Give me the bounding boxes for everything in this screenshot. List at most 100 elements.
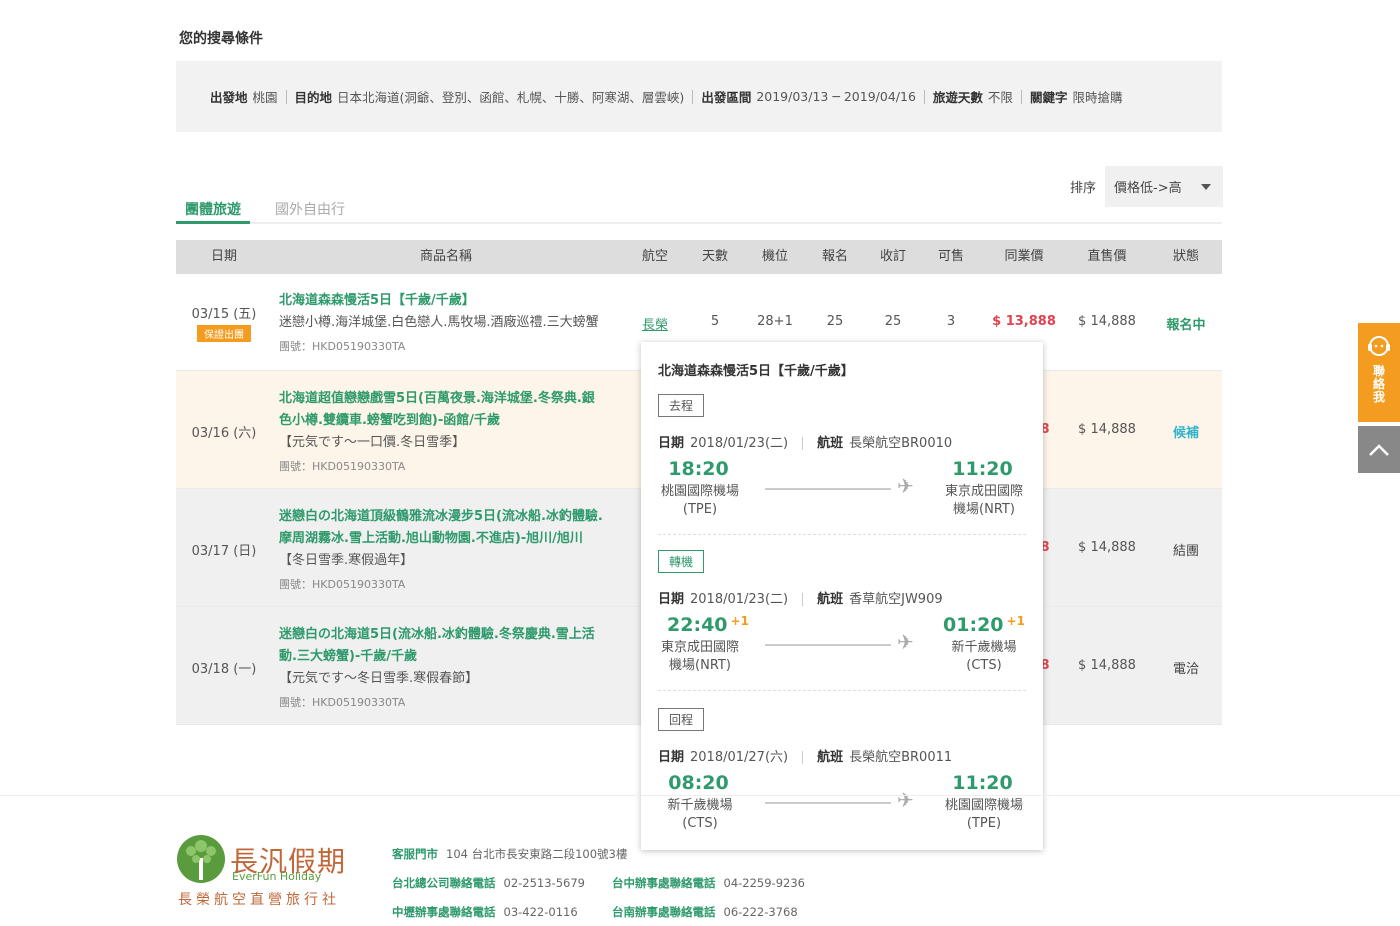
headset-icon: [1366, 333, 1392, 363]
row-date: 03/16 (六): [191, 426, 257, 441]
footer-contact-tainan: 台南辦事處聯絡電話 06-222-3768: [612, 905, 798, 919]
segment-info: 日期 2018/01/27(六) 航班 長榮航空BR0011: [658, 750, 953, 765]
row-product: 北海道森森慢活5日【千歲/千歲】 迷戀小樽.海洋城堡.白色戀人.馬牧場.酒廠巡禮…: [279, 290, 614, 356]
chevron-up-icon: [1369, 443, 1389, 456]
segment-divider: [658, 534, 1026, 535]
col-product: 商品名稱: [419, 249, 472, 264]
flight-segment-outbound: 去程 日期 2018/01/23(二) 航班 長榮航空BR0010 18:20 桃園國…: [658, 394, 1026, 544]
airplane-icon: ✈: [897, 788, 914, 812]
product-code: 團號：HKD05190330TA: [279, 696, 406, 709]
criteria-date-range: 出發區間 2019/03/13 ─ 2019/04/16: [701, 89, 916, 105]
product-name-link[interactable]: 迷戀白の北海道5日(流冰船.冰釣體驗.冬祭慶典.雪上活 動.三大螃蟹)-千歲/千歲: [279, 624, 614, 668]
product-code: 團號：HKD05190330TA: [279, 340, 406, 353]
departure-time: 08:20: [668, 772, 729, 794]
product-code: 團號：HKD05190330TA: [279, 460, 406, 473]
product-code: 團號：HKD05190330TA: [279, 578, 406, 591]
segment-divider: [658, 690, 1026, 691]
footer-contact-taichung: 台中辦事處聯絡電話 04-2259-9236: [612, 876, 805, 890]
row-date: 03/15 (五) 保證出團: [191, 307, 257, 342]
flight-segment-transfer: 轉機 日期 2018/01/23(二) 航班 香草航空JW909 22:40 +1 東京…: [658, 550, 1026, 700]
row-retail-price: $ 14,888: [1078, 314, 1136, 329]
arrival-time: 01:20 +1: [943, 614, 1025, 636]
row-retail-price: $ 14,888: [1078, 540, 1136, 555]
footer-contact-zhongli: 中壢辦事處聯絡電話 03-422-0116: [392, 905, 578, 919]
back-to-top-button[interactable]: [1358, 426, 1400, 473]
product-name-link[interactable]: 迷戀白の北海道頂級鶴雅流冰漫步5日(流冰船.冰釣體驗. 摩周湖霧冰.雪上活動.旭山…: [279, 506, 614, 550]
sort-selected-value: 價格低->高: [1114, 181, 1182, 196]
arrival-time: 11:20: [952, 458, 1013, 480]
status-closed-label: 結團: [1172, 544, 1199, 559]
airplane-icon: ✈: [897, 474, 914, 498]
sort-label: 排序: [1070, 181, 1097, 196]
tree-logo-icon: [177, 835, 225, 883]
row-date: 03/17 (日): [191, 544, 257, 559]
departure-airport: 新千歲機場 (CTS): [667, 798, 733, 831]
guaranteed-badge: 保證出團: [197, 325, 251, 342]
row-available: 3: [946, 314, 956, 329]
criteria-divider: [692, 89, 694, 104]
popup-title: 北海道森森慢活5日【千歲/千歲】: [658, 364, 854, 379]
product-name-link[interactable]: 北海道超值戀戀戲雪5日(百萬夜景.海洋城堡.冬祭典.銀 色小樽.雙纜車.螃蟹吃到飽…: [279, 388, 614, 432]
footer-contact-taipei: 台北總公司聯絡電話 02-2513-5679: [392, 876, 585, 890]
flight-route-line: [765, 644, 891, 646]
status-signup-button[interactable]: 報名中: [1156, 314, 1216, 333]
segment-info: 日期 2018/01/23(二) 航班 長榮航空BR0010: [658, 436, 953, 451]
segment-tag: 去程: [658, 394, 705, 417]
flight-route-line: [765, 802, 891, 804]
row-booked: 25: [884, 314, 902, 329]
airplane-icon: ✈: [897, 630, 914, 654]
caret-down-icon: [1201, 184, 1212, 190]
product-subtitle: 【元気です～一口價.冬日雪季】: [279, 435, 466, 450]
row-days: 5: [710, 314, 720, 329]
search-criteria-bar: 出發地 桃園 目的地 日本北海道(洞爺、登別、函館、札幌、十勝、阿寒湖、層雲峽) 出…: [176, 61, 1222, 132]
arrival-airport: 新千歲機場 (CTS): [951, 640, 1017, 673]
contact-me-button[interactable]: 聯絡我: [1358, 323, 1400, 422]
row-signed: 25: [826, 314, 844, 329]
product-name-link[interactable]: 北海道森森慢活5日【千歲/千歲】: [279, 290, 614, 312]
product-subtitle: 迷戀小樽.海洋城堡.白色戀人.馬牧場.酒廠巡禮.三大螃蟹: [279, 315, 599, 330]
criteria-divider: [285, 89, 287, 104]
row-agent-price: $ 13,888: [992, 314, 1056, 329]
segment-tag: 轉機: [658, 550, 705, 573]
flight-route-line: [765, 488, 891, 490]
row-product: 迷戀白の北海道5日(流冰船.冰釣體驗.冬祭慶典.雪上活 動.三大螃蟹)-千歲/千歲…: [279, 624, 614, 712]
status-waitlist-button[interactable]: 候補: [1156, 422, 1216, 441]
criteria-divider: [1020, 89, 1022, 104]
col-booked: 收訂: [879, 249, 906, 264]
flight-info-popup: 北海道森森慢活5日【千歲/千歲】 去程 日期 2018/01/23(二) 航班 長榮航…: [641, 342, 1043, 850]
col-airline: 航空: [641, 249, 668, 264]
criteria-destination: 目的地 日本北海道(洞爺、登別、函館、札幌、十勝、阿寒湖、層雲峽): [294, 90, 685, 105]
row-date: 03/18 (一): [191, 662, 257, 677]
col-retail-price: 直售價: [1087, 249, 1127, 264]
tab-free-travel[interactable]: 國外自由行: [275, 199, 345, 224]
criteria-divider: [923, 89, 925, 104]
col-seats: 機位: [761, 249, 788, 264]
criteria-days: 旅遊天數 不限: [932, 90, 1013, 105]
airline-link[interactable]: 長榮: [630, 314, 680, 333]
departure-time: 18:20: [668, 458, 729, 480]
row-retail-price: $ 14,888: [1078, 422, 1136, 437]
criteria-keyword: 關鍵字 限時搶購: [1029, 90, 1123, 105]
col-available: 可售: [937, 249, 964, 264]
col-signed: 報名: [821, 249, 848, 264]
departure-airport: 東京成田國際 機場(NRT): [660, 640, 739, 673]
footer-service-address: 客服門市 104 台北市長安東路二段100號3樓: [392, 847, 628, 861]
segment-info: 日期 2018/01/23(二) 航班 香草航空JW909: [658, 592, 943, 607]
product-subtitle: 【元気です～冬日雪季.寒假春節】: [279, 671, 479, 686]
status-contact-button[interactable]: 電洽: [1156, 658, 1216, 677]
row-product: 迷戀白の北海道頂級鶴雅流冰漫步5日(流冰船.冰釣體驗. 摩周湖霧冰.雪上活動.旭山…: [279, 506, 614, 594]
arrival-airport: 桃園國際機場 (TPE): [944, 798, 1023, 831]
product-subtitle: 【冬日雪季.寒假過年】: [279, 553, 414, 568]
contact-me-label: 聯絡我: [1372, 364, 1385, 404]
arrival-airport: 東京成田國際 機場(NRT): [944, 484, 1023, 517]
footer-divider: [0, 795, 1400, 796]
row-seats: 28+1: [757, 314, 793, 329]
flight-segment-return: 回程 日期 2018/01/27(六) 航班 長榮航空BR0011 08:20 新千歲…: [658, 708, 1026, 848]
segment-tag: 回程: [658, 708, 705, 731]
criteria-departure: 出發地 桃園: [210, 90, 278, 105]
search-criteria-title: 您的搜尋條件: [179, 31, 263, 47]
tab-group-tour[interactable]: 團體旅遊: [176, 199, 250, 224]
col-agent-price: 同業價: [1004, 249, 1044, 264]
logo-english-name: EverFun Holiday: [232, 870, 322, 883]
departure-airport: 桃園國際機場 (TPE): [660, 484, 739, 517]
